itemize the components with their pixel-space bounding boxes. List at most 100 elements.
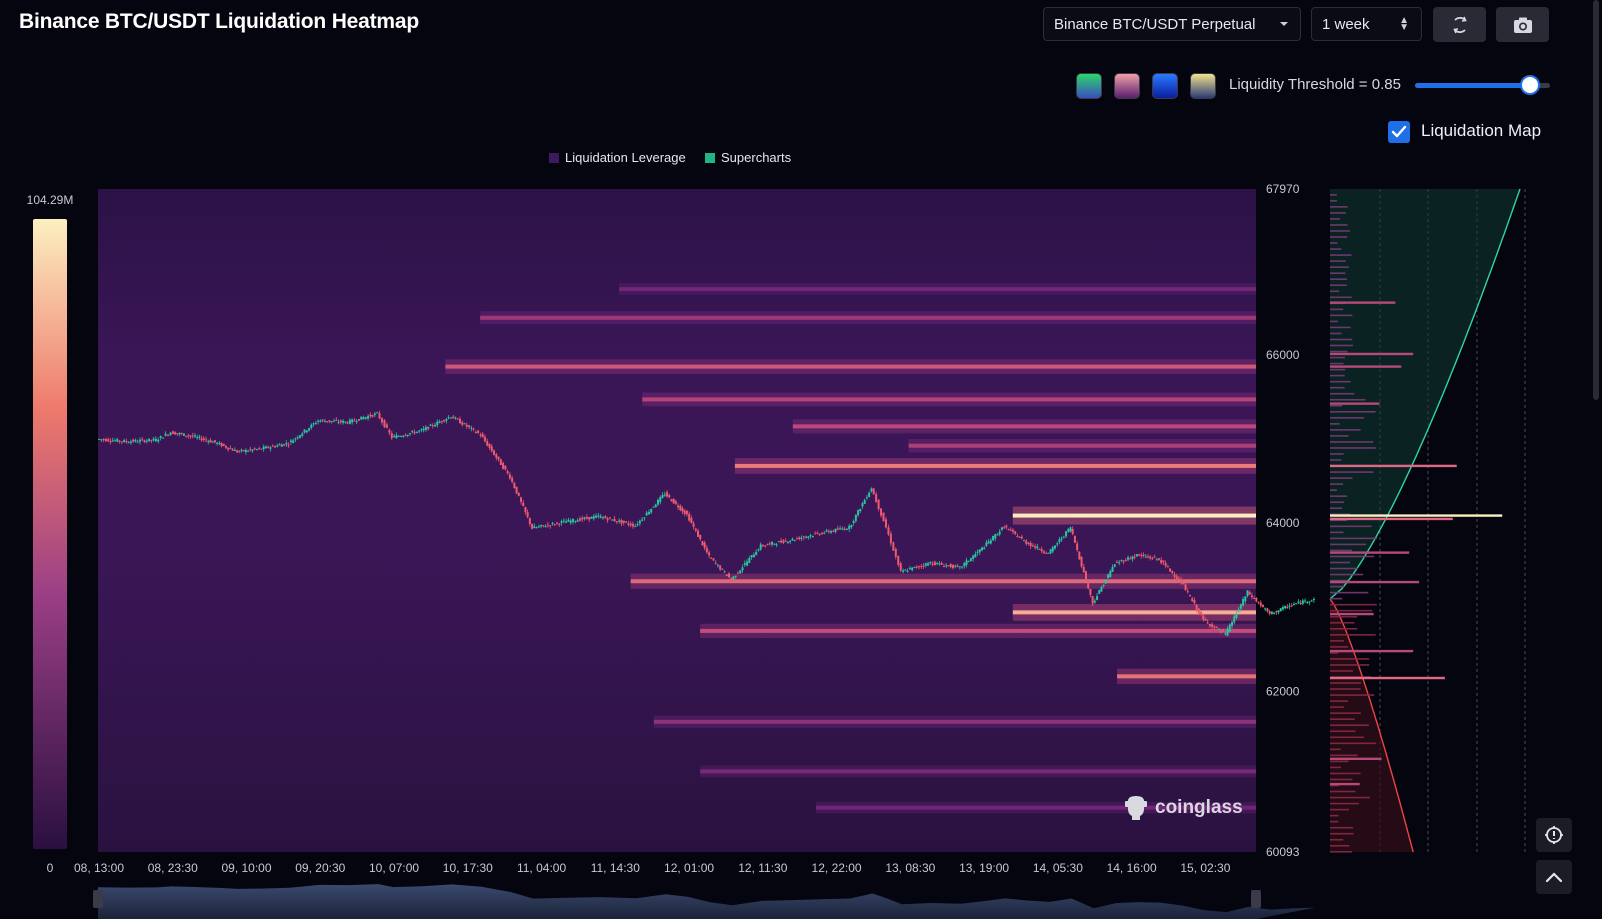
candle-body [278, 444, 281, 446]
scroll-top-button[interactable] [1536, 860, 1572, 894]
range-select[interactable]: 1 week ▲ ▼ [1311, 7, 1422, 41]
liquidation-bar [1330, 573, 1364, 576]
navigator-left-handle[interactable] [93, 890, 103, 908]
candle-body [884, 519, 887, 528]
liquidation-bar [1330, 531, 1344, 534]
candle-body [145, 440, 148, 442]
candle-body [931, 563, 934, 565]
threshold-slider-knob[interactable] [1519, 75, 1540, 95]
candle-body [152, 438, 155, 441]
legend-item-liquidation-leverage[interactable]: Liquidation Leverage [549, 150, 686, 165]
candle-body [739, 570, 742, 574]
candle-body [107, 439, 110, 442]
liquidation-bar [1330, 290, 1340, 293]
candle-body [786, 541, 789, 543]
candle-body [411, 431, 414, 433]
liquidation-band [734, 463, 1256, 468]
candle-body [800, 537, 803, 539]
liquidation-bar [1330, 320, 1338, 323]
liquidation-heatmap-chart[interactable]: 104.29M 0 67970 66000 64000 62000 60093 08, 1… [0, 175, 1602, 919]
candle-body [244, 449, 247, 453]
liquidation-bar [1330, 429, 1361, 431]
candle-body [213, 440, 216, 443]
liquidation-bar [1330, 621, 1355, 624]
candle-body [1051, 547, 1054, 552]
liquidation-bar [1330, 417, 1365, 419]
candle-body [701, 541, 704, 546]
candle-body [132, 439, 135, 442]
pair-select-value: Binance BTC/USDT Perpetual [1054, 15, 1256, 33]
candle-body [296, 437, 299, 439]
candle-body [725, 574, 728, 577]
liquidation-bar [1330, 380, 1351, 383]
candle-body [227, 447, 230, 450]
liquidation-bar [1330, 802, 1359, 805]
palette-swatch-viridis[interactable] [1076, 73, 1102, 99]
liquidation-map-checkbox[interactable] [1388, 121, 1410, 143]
candle-body [597, 515, 600, 517]
candle-body [980, 547, 983, 551]
screenshot-button[interactable] [1496, 7, 1549, 42]
candle-body [1038, 548, 1041, 550]
candle-body [823, 532, 826, 534]
candle-body [138, 439, 141, 442]
candle-body [310, 424, 313, 429]
candle-body [1067, 529, 1070, 532]
candle-body [750, 555, 753, 558]
candle-body [1211, 624, 1214, 627]
candle-body [906, 570, 909, 572]
candle-body [974, 554, 977, 558]
candle-body [761, 545, 764, 547]
candle-body [604, 516, 607, 519]
candle-body [264, 446, 267, 449]
candle-body [276, 445, 279, 447]
candle-body [727, 573, 730, 578]
pair-select[interactable]: Binance BTC/USDT Perpetual [1043, 7, 1301, 41]
candle-body [795, 538, 798, 540]
candle-body [1054, 545, 1057, 549]
candle-body [638, 520, 641, 524]
candle-body [572, 518, 575, 522]
candle-body [625, 521, 628, 523]
candle-body [892, 542, 895, 551]
refresh-button[interactable] [1433, 7, 1486, 42]
candle-body [827, 530, 830, 533]
candle-body [809, 535, 812, 537]
liquidation-bar [1330, 742, 1377, 745]
threshold-slider-fill [1415, 83, 1530, 88]
candle-body [558, 523, 561, 525]
candle-body [1162, 560, 1165, 563]
liquidation-bar-highlight [1330, 782, 1360, 786]
candle-body [1071, 529, 1074, 535]
palette-swatch-blue[interactable] [1152, 73, 1178, 99]
candle-body [1120, 560, 1123, 562]
checkmark-icon [1391, 125, 1407, 138]
candle-body [393, 435, 396, 437]
navigator-right-handle[interactable] [1251, 890, 1261, 908]
liquidation-bar [1330, 814, 1339, 817]
palette-swatch-magma[interactable] [1114, 73, 1140, 99]
range-navigator[interactable] [93, 884, 1315, 919]
candle-body [1127, 557, 1130, 560]
candle-body [848, 525, 851, 530]
coinglass-logo-text: coinglass [1155, 797, 1243, 818]
candle-body [581, 517, 584, 520]
liquidation-bar-highlight [1330, 551, 1410, 554]
candle-body [894, 548, 897, 557]
candle-body [590, 516, 593, 519]
settings-button[interactable] [1536, 818, 1572, 852]
candle-body [438, 421, 441, 423]
liquidation-bar-highlight [1330, 365, 1402, 368]
candle-body [897, 555, 900, 565]
legend-item-supercharts[interactable]: Supercharts [705, 150, 791, 165]
candle-body [458, 418, 461, 424]
palette-swatch-cividis[interactable] [1190, 73, 1216, 99]
candle-body [634, 526, 637, 528]
page-scrollbar[interactable] [1593, 0, 1599, 400]
candle-body [1208, 623, 1211, 626]
y-tick-label: 64000 [1266, 516, 1300, 530]
candle-body [1295, 603, 1298, 605]
candle-body [683, 510, 686, 514]
candle-body [390, 433, 393, 438]
liquidation-bar-highlight [1330, 676, 1445, 680]
